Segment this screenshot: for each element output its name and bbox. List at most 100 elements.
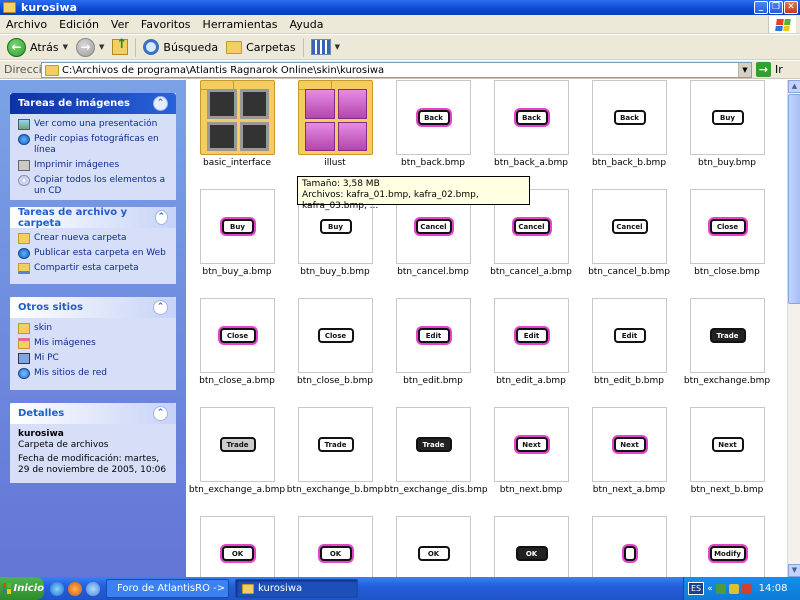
file-item[interactable]: Close btn_close.bmp bbox=[678, 189, 776, 295]
taskbar-window-forum[interactable]: Foro de AtlantisRO -> In... bbox=[106, 579, 229, 598]
back-button[interactable]: ← Atrás ▼ bbox=[3, 37, 72, 58]
task-copy-cd[interactable]: Copiar todos los elementos a un CD bbox=[18, 175, 170, 197]
address-dropdown-button[interactable]: ▼ bbox=[738, 63, 751, 77]
file-item[interactable]: Trade btn_exchange_dis.bmp bbox=[384, 407, 488, 513]
address-input[interactable]: C:\Archivos de programa\Atlantis Ragnaro… bbox=[41, 62, 752, 78]
file-item[interactable]: Next btn_next_b.bmp bbox=[678, 407, 776, 513]
details-modified: Fecha de modificación: martes, 29 de nov… bbox=[18, 454, 167, 475]
vertical-scrollbar[interactable]: ▲ ▼ bbox=[787, 80, 800, 577]
firefox-icon[interactable] bbox=[68, 581, 82, 596]
file-name: btn_close_b.bmp bbox=[297, 376, 373, 386]
collapse-icon[interactable]: ⌃ bbox=[153, 96, 168, 111]
task-slideshow[interactable]: Ver como una presentación bbox=[18, 119, 170, 130]
search-button[interactable]: Búsqueda bbox=[139, 37, 222, 58]
place-label: skin bbox=[34, 323, 53, 333]
folders-button[interactable]: Carpetas bbox=[222, 37, 299, 58]
task-new-folder[interactable]: Crear nueva carpeta bbox=[18, 233, 170, 244]
task-print[interactable]: Imprimir imágenes bbox=[18, 160, 170, 171]
start-button[interactable]: Inicio bbox=[0, 577, 44, 600]
collapse-icon[interactable]: ⌃ bbox=[153, 406, 168, 421]
menu-herramientas[interactable]: Herramientas bbox=[197, 18, 284, 31]
menu-favoritos[interactable]: Favoritos bbox=[135, 18, 197, 31]
panel-title: Otros sitios bbox=[18, 302, 83, 313]
file-item[interactable]: Next btn_next_a.bmp bbox=[580, 407, 678, 513]
menu-edicion[interactable]: Edición bbox=[53, 18, 105, 31]
file-item[interactable]: Back btn_back_a.bmp bbox=[482, 80, 580, 186]
file-item[interactable]: Edit btn_edit_b.bmp bbox=[580, 298, 678, 404]
language-indicator[interactable]: ES bbox=[688, 582, 705, 595]
file-item[interactable]: Trade btn_exchange_a.bmp bbox=[188, 407, 286, 513]
scroll-thumb[interactable] bbox=[788, 94, 800, 304]
file-item[interactable]: Trade btn_exchange_b.bmp bbox=[286, 407, 384, 513]
views-button[interactable]: ▼ bbox=[307, 37, 344, 58]
place-skin[interactable]: skin bbox=[18, 323, 170, 334]
file-item[interactable]: Back btn_back.bmp bbox=[384, 80, 482, 186]
task-label: Imprimir imágenes bbox=[34, 160, 120, 170]
taskbar-window-kurosiwa[interactable]: kurosiwa bbox=[235, 579, 358, 598]
restore-button[interactable]: ❐ bbox=[769, 1, 783, 14]
button-preview: Edit bbox=[417, 328, 450, 343]
file-name: btn_buy.bmp bbox=[698, 158, 756, 168]
image-tasks-header[interactable]: Tareas de imágenes ⌃ bbox=[10, 93, 176, 114]
collapse-icon[interactable]: ⌃ bbox=[154, 210, 168, 225]
desktop-icon[interactable] bbox=[86, 581, 100, 596]
chevron-down-icon[interactable]: ▼ bbox=[99, 43, 104, 51]
scroll-down-button[interactable]: ▼ bbox=[788, 564, 800, 577]
file-view[interactable]: basic_interface illust Back btn_back.bmp Bac… bbox=[186, 80, 787, 577]
show-hidden-icons-button[interactable]: « bbox=[707, 584, 713, 594]
file-name: btn_cancel.bmp bbox=[397, 267, 469, 277]
scroll-up-button[interactable]: ▲ bbox=[788, 80, 800, 93]
file-item[interactable]: OK bbox=[188, 516, 286, 577]
file-item[interactable]: Buy btn_buy_a.bmp bbox=[188, 189, 286, 295]
file-item[interactable]: Edit btn_edit.bmp bbox=[384, 298, 482, 404]
details-header[interactable]: Detalles ⌃ bbox=[10, 403, 176, 424]
system-tray: ES « 14:08 bbox=[683, 577, 800, 600]
file-item[interactable]: Cancel btn_cancel_b.bmp bbox=[580, 189, 678, 295]
other-places-header[interactable]: Otros sitios ⌃ bbox=[10, 297, 176, 318]
minimize-button[interactable]: _ bbox=[754, 1, 768, 14]
chevron-down-icon[interactable]: ▼ bbox=[63, 43, 68, 51]
menu-ver[interactable]: Ver bbox=[105, 18, 135, 31]
image-thumbnail: Back bbox=[592, 80, 667, 155]
file-item[interactable]: OK bbox=[286, 516, 384, 577]
search-label: Búsqueda bbox=[163, 40, 219, 54]
file-item[interactable]: Close btn_close_a.bmp bbox=[188, 298, 286, 404]
file-item[interactable]: Next btn_next.bmp bbox=[482, 407, 580, 513]
tray-app-icon[interactable] bbox=[715, 583, 726, 594]
menu-ayuda[interactable]: Ayuda bbox=[283, 18, 329, 31]
file-item[interactable]: OK bbox=[482, 516, 580, 577]
file-item[interactable]: Edit btn_edit_a.bmp bbox=[482, 298, 580, 404]
file-item[interactable]: Back btn_back_b.bmp bbox=[580, 80, 678, 186]
close-button[interactable]: ✕ bbox=[784, 1, 798, 14]
place-label: Mi PC bbox=[34, 353, 59, 363]
internet-explorer-icon[interactable] bbox=[50, 581, 64, 596]
file-item[interactable]: Close btn_close_b.bmp bbox=[286, 298, 384, 404]
place-my-pictures[interactable]: Mis imágenes bbox=[18, 338, 170, 349]
task-publish-web[interactable]: Publicar esta carpeta en Web bbox=[18, 248, 170, 259]
file-item[interactable]: Buy btn_buy.bmp bbox=[678, 80, 776, 186]
button-preview: Close bbox=[219, 328, 256, 343]
file-item[interactable]: Modify bbox=[678, 516, 776, 577]
place-network[interactable]: Mis sitios de red bbox=[18, 368, 170, 379]
collapse-icon[interactable]: ⌃ bbox=[153, 300, 168, 315]
file-item[interactable]: Trade btn_exchange.bmp bbox=[678, 298, 776, 404]
chevron-down-icon[interactable]: ▼ bbox=[335, 43, 340, 51]
file-item[interactable]: basic_interface bbox=[188, 80, 286, 186]
my-pictures-icon bbox=[18, 338, 30, 349]
menu-archivo[interactable]: Archivo bbox=[0, 18, 53, 31]
file-item[interactable]: OK bbox=[384, 516, 482, 577]
file-name: btn_back.bmp bbox=[401, 158, 465, 168]
forward-button[interactable]: → ▼ bbox=[72, 37, 108, 58]
tray-app-icon[interactable] bbox=[728, 583, 739, 594]
file-tasks-header[interactable]: Tareas de archivo y carpeta ⌃ bbox=[10, 207, 176, 229]
task-share-folder[interactable]: Compartir esta carpeta bbox=[18, 263, 170, 274]
go-button[interactable]: → Ir bbox=[756, 62, 783, 77]
tray-app-icon[interactable] bbox=[741, 583, 752, 594]
file-item[interactable]: illust bbox=[286, 80, 384, 186]
up-folder-button[interactable] bbox=[108, 37, 132, 58]
title-bar[interactable]: kurosiwa _ ❐ ✕ bbox=[0, 0, 800, 15]
task-order-prints[interactable]: Pedir copias fotográficas en línea bbox=[18, 134, 170, 156]
clock[interactable]: 14:08 bbox=[759, 583, 788, 594]
file-item[interactable] bbox=[580, 516, 678, 577]
place-my-computer[interactable]: Mi PC bbox=[18, 353, 170, 364]
